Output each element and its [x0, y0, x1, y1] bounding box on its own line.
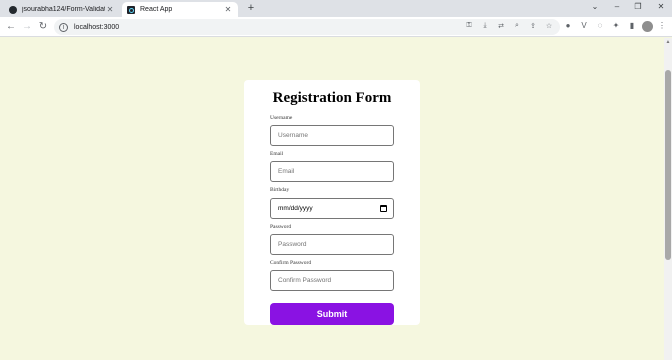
- address-url: localhost:3000: [74, 23, 120, 31]
- extension-icon[interactable]: ◌: [594, 21, 606, 30]
- username-label: Username: [270, 115, 293, 121]
- menu-icon[interactable]: ⋮: [656, 21, 668, 30]
- email-label: Email: [270, 151, 284, 157]
- bookmark-star-icon[interactable]: ☆: [544, 22, 554, 30]
- github-icon: [9, 5, 17, 14]
- tab-title: React App: [140, 6, 173, 13]
- install-icon[interactable]: ⤓: [480, 22, 490, 30]
- birthday-input[interactable]: mm/dd/yyyy: [270, 198, 394, 219]
- email-input[interactable]: Email: [270, 161, 394, 182]
- profile-avatar[interactable]: [642, 21, 653, 32]
- confirm-password-label: Confirm Password: [270, 260, 312, 266]
- password-input[interactable]: Password: [270, 234, 394, 255]
- back-icon[interactable]: ←: [5, 20, 17, 34]
- share-icon[interactable]: ⇪: [528, 22, 538, 30]
- microphone-icon[interactable]: ●: [562, 21, 574, 30]
- minimize-button[interactable]: –: [610, 2, 624, 11]
- submit-button[interactable]: Submit: [270, 303, 394, 325]
- calendar-icon[interactable]: [380, 205, 387, 212]
- key-icon[interactable]: ⚿: [464, 22, 474, 30]
- vertical-scrollbar[interactable]: ▲: [664, 38, 672, 360]
- scroll-up-icon[interactable]: ▲: [664, 38, 672, 46]
- form-title: Registration Form: [272, 90, 392, 106]
- translate-icon[interactable]: ⇄: [496, 22, 506, 30]
- tab-strip: jsourabha124/Form-Validation ✕ React App…: [0, 0, 672, 17]
- info-icon[interactable]: i: [59, 22, 68, 32]
- side-panel-icon[interactable]: ▮: [626, 21, 638, 30]
- maximize-button[interactable]: ❐: [631, 2, 645, 11]
- extension-v-icon[interactable]: V: [578, 21, 590, 30]
- puzzle-icon[interactable]: ✦: [610, 21, 622, 30]
- reload-icon[interactable]: ↻: [37, 20, 49, 34]
- new-tab-button[interactable]: +: [245, 2, 257, 14]
- close-window-button[interactable]: ✕: [654, 2, 668, 11]
- tab-search-icon[interactable]: ⌄: [588, 2, 602, 11]
- browser-toolbar: ← → ↻ i localhost:3000 ⚿ ⤓ ⇄ ⌕ ⇪ ☆ ● V ◌…: [0, 17, 672, 37]
- close-icon[interactable]: ✕: [105, 5, 115, 14]
- tab-title: jsourabha124/Form-Validation: [22, 6, 105, 13]
- zoom-icon[interactable]: ⌕: [512, 22, 522, 30]
- birthday-label: Birthday: [270, 187, 290, 193]
- close-icon[interactable]: ✕: [223, 5, 233, 14]
- scrollbar-thumb[interactable]: [665, 70, 671, 260]
- tab-react-app[interactable]: React App ✕: [122, 2, 238, 17]
- tab-github[interactable]: jsourabha124/Form-Validation ✕: [4, 2, 120, 17]
- confirm-password-input[interactable]: Confirm Password: [270, 270, 394, 291]
- username-input[interactable]: Username: [270, 125, 394, 146]
- password-label: Password: [270, 224, 292, 230]
- forward-icon[interactable]: →: [21, 20, 33, 34]
- react-icon: [127, 5, 135, 14]
